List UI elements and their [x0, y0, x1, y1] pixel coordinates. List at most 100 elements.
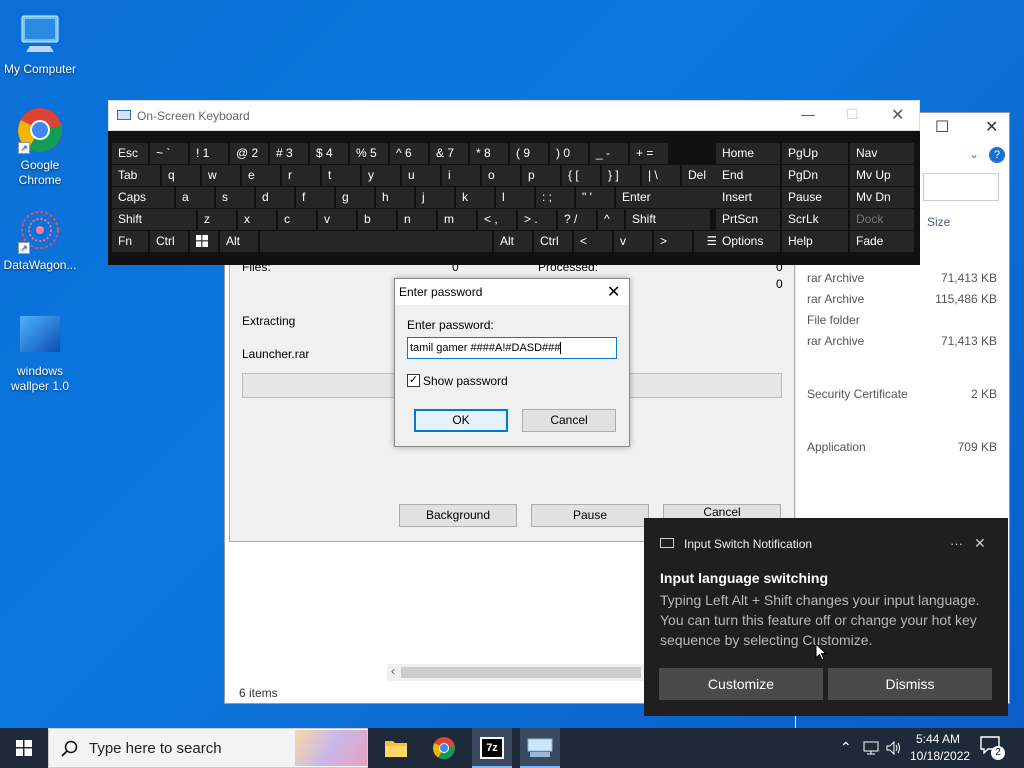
osk-key[interactable]: ? / — [558, 209, 596, 230]
osk-key[interactable]: ^ — [598, 209, 624, 230]
osk-key[interactable]: w — [202, 165, 240, 186]
maximize-icon[interactable]: ☐ — [935, 117, 949, 137]
osk-key[interactable]: ( 9 — [510, 143, 548, 164]
osk-key[interactable]: < , — [478, 209, 516, 230]
osk-key[interactable]: v — [614, 231, 652, 252]
osk-key[interactable]: s — [216, 187, 254, 208]
osk-key[interactable]: k — [456, 187, 494, 208]
osk-nav-key[interactable]: Nav — [850, 143, 914, 164]
osk-key[interactable]: z — [198, 209, 236, 230]
list-item[interactable]: Application 709 KB — [807, 440, 997, 460]
osk-key[interactable]: m — [438, 209, 476, 230]
dismiss-button[interactable]: Dismiss — [828, 668, 992, 700]
osk-key[interactable]: t — [322, 165, 360, 186]
action-center-button[interactable]: 2 — [980, 736, 1005, 760]
osk-key[interactable]: y — [362, 165, 400, 186]
osk-key[interactable]: > . — [518, 209, 556, 230]
osk-key[interactable]: & 7 — [430, 143, 468, 164]
list-item[interactable]: rar Archive 115,486 KB — [807, 292, 997, 312]
osk-key[interactable]: d — [256, 187, 294, 208]
list-item[interactable]: File folder — [807, 313, 997, 333]
desktop-icon-google-chrome[interactable]: ↗ Google Chrome — [0, 106, 80, 188]
osk-key[interactable]: p — [522, 165, 560, 186]
osk-key[interactable]: i — [442, 165, 480, 186]
osk-key-windows[interactable] — [190, 231, 218, 252]
osk-key[interactable]: ^ 6 — [390, 143, 428, 164]
osk-nav-key[interactable]: PgDn — [782, 165, 848, 186]
desktop-icon-my-computer[interactable]: My Computer — [0, 10, 80, 77]
osk-key[interactable]: > — [654, 231, 692, 252]
osk-key[interactable]: b — [358, 209, 396, 230]
clock-date[interactable]: 10/18/2022 — [910, 749, 970, 763]
osk-key[interactable]: a — [176, 187, 214, 208]
osk-key[interactable]: Fn — [112, 231, 148, 252]
volume-icon[interactable] — [886, 741, 902, 755]
osk-key[interactable]: f — [296, 187, 334, 208]
horizontal-scrollbar[interactable]: ‹ — [387, 664, 647, 681]
osk-nav-key[interactable]: End — [716, 165, 780, 186]
osk-nav-key[interactable]: Dock — [850, 209, 914, 230]
taskbar-app-file-explorer[interactable] — [376, 728, 416, 768]
scroll-left-icon[interactable]: ‹ — [391, 664, 395, 678]
background-button[interactable]: Background — [399, 504, 517, 527]
list-item[interactable]: Security Certificate 2 KB — [807, 387, 997, 407]
maximize-icon[interactable]: ☐ — [846, 106, 859, 123]
osk-key[interactable]: Esc — [112, 143, 148, 164]
taskbar-app-osk[interactable] — [520, 728, 560, 768]
osk-key[interactable]: l — [496, 187, 534, 208]
customize-button[interactable]: Customize — [659, 668, 823, 700]
osk-key[interactable]: g — [336, 187, 374, 208]
show-password-checkbox[interactable]: ✓ — [407, 374, 420, 387]
chevron-down-icon[interactable]: ⌄ — [969, 147, 979, 161]
osk-key[interactable]: | \ — [642, 165, 680, 186]
osk-key[interactable]: % 5 — [350, 143, 388, 164]
taskbar-search-box[interactable]: Type here to search — [48, 728, 368, 768]
osk-key[interactable]: Shift — [626, 209, 710, 230]
osk-nav-key[interactable]: Options — [716, 231, 780, 252]
osk-key[interactable]: ! 1 — [190, 143, 228, 164]
osk-key[interactable]: Alt — [220, 231, 258, 252]
taskbar-app-chrome[interactable] — [424, 728, 464, 768]
more-options-icon[interactable]: ··· — [950, 536, 963, 551]
osk-key[interactable]: j — [416, 187, 454, 208]
osk-key[interactable]: n — [398, 209, 436, 230]
osk-key[interactable]: q — [162, 165, 200, 186]
osk-key[interactable]: Tab — [112, 165, 160, 186]
desktop-icon-datawagon[interactable]: ↗ DataWagon... — [0, 206, 80, 273]
column-header-size[interactable]: Size — [927, 215, 950, 229]
start-button[interactable] — [0, 728, 48, 768]
osk-key[interactable]: : ; — [536, 187, 574, 208]
osk-key[interactable]: < — [574, 231, 612, 252]
chevron-up-icon[interactable]: ⌃ — [840, 739, 852, 756]
list-item[interactable]: rar Archive 71,413 KB — [807, 271, 997, 291]
close-icon[interactable]: ✕ — [985, 117, 998, 137]
osk-key[interactable]: _ - — [590, 143, 628, 164]
minimize-icon[interactable]: — — [801, 106, 815, 122]
osk-key[interactable]: v — [318, 209, 356, 230]
osk-key[interactable]: * 8 — [470, 143, 508, 164]
osk-key[interactable]: Enter — [616, 187, 720, 208]
osk-nav-key[interactable]: Home — [716, 143, 780, 164]
osk-nav-key[interactable]: Insert — [716, 187, 780, 208]
scrollbar-thumb[interactable] — [401, 667, 641, 678]
osk-key[interactable]: ) 0 — [550, 143, 588, 164]
clock-time[interactable]: 5:44 AM — [916, 732, 960, 746]
password-input[interactable]: tamil gamer ####A!#DASD### — [407, 337, 617, 359]
ok-button[interactable]: OK — [414, 409, 508, 432]
osk-key[interactable]: Alt — [494, 231, 532, 252]
osk-key-space[interactable] — [260, 231, 492, 252]
osk-key[interactable]: { [ — [562, 165, 600, 186]
osk-key[interactable]: } ] — [602, 165, 640, 186]
osk-key[interactable]: o — [482, 165, 520, 186]
osk-key[interactable]: e — [242, 165, 280, 186]
osk-nav-key[interactable]: Mv Up — [850, 165, 914, 186]
osk-key[interactable]: r — [282, 165, 320, 186]
cancel-button[interactable]: Cancel — [522, 409, 616, 432]
osk-key[interactable]: h — [376, 187, 414, 208]
pause-button[interactable]: Pause — [531, 504, 649, 527]
osk-nav-key[interactable]: PgUp — [782, 143, 848, 164]
osk-key[interactable]: Ctrl — [534, 231, 572, 252]
close-icon[interactable]: ✕ — [607, 282, 620, 302]
osk-nav-key[interactable]: Fade — [850, 231, 914, 252]
help-icon[interactable]: ? — [989, 147, 1005, 163]
